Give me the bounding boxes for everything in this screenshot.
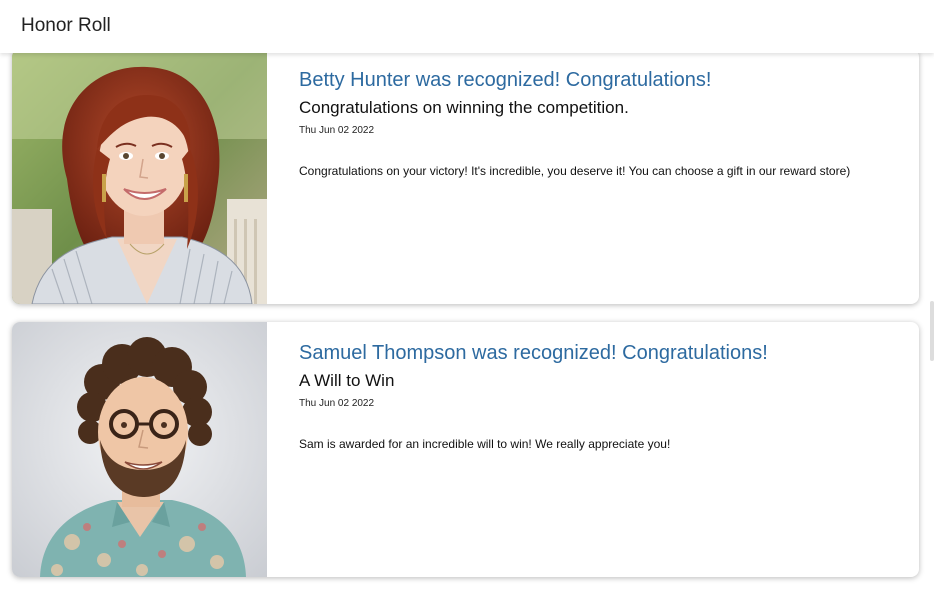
card-title: Congratulations on winning the competiti… xyxy=(299,98,629,117)
card-message: Sam is awarded for an incredible will to… xyxy=(299,437,671,451)
scrollbar-thumb[interactable] xyxy=(930,301,934,361)
card-headline: Betty Hunter was recognized! Congratulat… xyxy=(299,69,712,91)
man-portrait-image xyxy=(12,322,267,577)
recognition-card[interactable]: Samuel Thompson was recognized! Congratu… xyxy=(12,322,919,577)
card-date: Thu Jun 02 2022 xyxy=(299,125,375,136)
woman-portrait-image xyxy=(12,53,267,304)
top-bar: Honor Roll xyxy=(0,0,934,53)
card-text: Betty Hunter was recognized! Congratulat… xyxy=(299,67,899,179)
card-headline: Samuel Thompson was recognized! Congratu… xyxy=(299,342,768,364)
card-date: Thu Jun 02 2022 xyxy=(299,398,375,409)
recipient-photo xyxy=(12,322,267,577)
page-title: Honor Roll xyxy=(21,15,111,36)
card-text: Samuel Thompson was recognized! Congratu… xyxy=(299,340,899,452)
recognition-card[interactable]: Betty Hunter was recognized! Congratulat… xyxy=(12,53,919,304)
honor-roll-list[interactable]: Betty Hunter was recognized! Congratulat… xyxy=(0,53,934,591)
card-message: Congratulations on your victory! It's in… xyxy=(299,164,851,178)
recipient-photo xyxy=(12,53,267,304)
card-title: A Will to Win xyxy=(299,371,395,390)
